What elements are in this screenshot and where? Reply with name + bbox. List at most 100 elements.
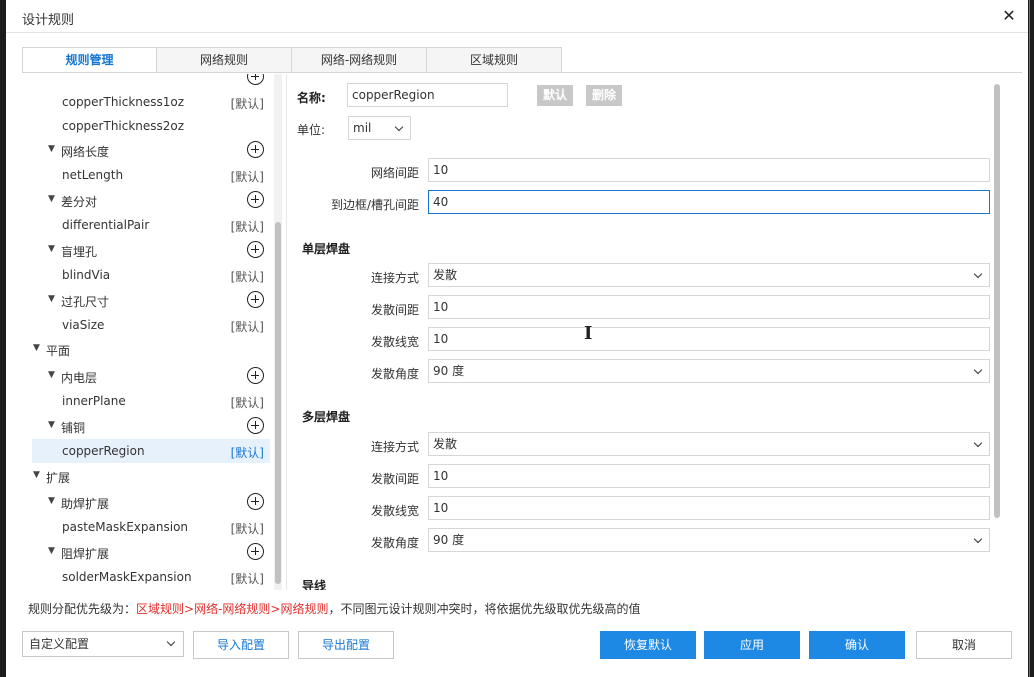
name-label: 名称: — [297, 91, 326, 105]
caret-down-icon[interactable]: ▼ — [48, 546, 55, 556]
tree-scrollbar-thumb[interactable] — [275, 222, 281, 584]
config-select[interactable]: 自定义配置 — [22, 631, 184, 657]
caret-down-icon[interactable]: ▼ — [48, 144, 55, 154]
caret-down-icon[interactable]: ▼ — [48, 194, 55, 204]
text-cursor-icon: I — [584, 323, 593, 344]
default-button[interactable]: 默认 — [537, 85, 574, 106]
track-heading: 导线 — [302, 579, 327, 590]
add-rule-icon[interactable] — [247, 493, 264, 510]
tree-category-expansion[interactable]: ▼ 扩展 — [22, 464, 270, 488]
cancel-button[interactable]: 取消 — [916, 631, 1012, 659]
add-rule-icon[interactable] — [247, 417, 264, 434]
tab-net-rules[interactable]: 网络规则 — [157, 47, 292, 73]
import-config-button[interactable]: 导入配置 — [193, 631, 289, 659]
tree-group-net-length[interactable]: ▼ 网络长度 — [22, 138, 270, 162]
add-rule-icon[interactable] — [247, 291, 264, 308]
tree-group-label: 过孔尺寸 — [61, 295, 110, 309]
tree-group-solder-mask[interactable]: ▼ 阻焊扩展 — [22, 540, 270, 564]
tree-item-label: viaSize — [62, 318, 105, 332]
unit-label: 单位: — [297, 123, 326, 137]
add-rule-icon[interactable] — [247, 74, 264, 85]
add-rule-icon[interactable] — [247, 141, 264, 158]
multi-connect-value: 发散 — [433, 437, 458, 451]
tree-item-blindvia[interactable]: blindVia [默认] — [22, 263, 270, 287]
single-spoke-width-label: 发散线宽 — [370, 335, 419, 349]
tree-group-differential-pair[interactable]: ▼ 差分对 — [22, 188, 270, 212]
multi-spoke-angle-value: 90 度 — [433, 533, 465, 547]
close-icon[interactable]: ✕ — [998, 5, 1020, 27]
form-scrollbar-thumb[interactable] — [994, 84, 1000, 518]
single-spoke-spacing-input[interactable]: 10 — [428, 295, 990, 319]
tree-group-blind-via[interactable]: ▼ 盲埋孔 — [22, 238, 270, 262]
default-tag: [默认] — [230, 220, 264, 234]
multi-layer-pad-heading: 多层焊盘 — [302, 410, 351, 424]
tree-group-label: 盲埋孔 — [61, 245, 98, 259]
apply-button[interactable]: 应用 — [704, 631, 800, 659]
caret-down-icon[interactable]: ▼ — [33, 470, 40, 480]
tree-item-netlength[interactable]: netLength [默认] — [22, 163, 270, 187]
name-input[interactable]: copperRegion — [347, 83, 508, 107]
tree-item-label: solderMaskExpansion — [62, 570, 192, 584]
net-spacing-input[interactable]: 10 — [428, 158, 990, 182]
caret-down-icon[interactable]: ▼ — [48, 294, 55, 304]
tree-group-copper-pour[interactable]: ▼ 铺铜 — [22, 414, 270, 438]
tree-item-differentialpair[interactable]: differentialPair [默认] — [22, 213, 270, 237]
tree-item-soldermaskexpansion[interactable]: solderMaskExpansion [默认] — [22, 565, 270, 589]
priority-order: 区域规则>网络-网络规则>网络规则 — [136, 602, 329, 616]
window-title: 设计规则 — [22, 13, 75, 28]
tree-group-inner-plane[interactable]: ▼ 内电层 — [22, 364, 270, 388]
delete-button[interactable]: 删除 — [586, 85, 623, 106]
tree-scrollbar[interactable] — [274, 74, 282, 590]
confirm-button[interactable]: 确认 — [809, 631, 905, 659]
rule-form: 名称: copperRegion 默认 删除 单位: mil 网络间距 10 到… — [289, 74, 1001, 590]
tree-item-label: copperRegion — [62, 444, 145, 458]
single-spoke-width-input[interactable]: 10 — [428, 327, 990, 351]
tree-group-label: 铺铜 — [61, 421, 86, 435]
caret-down-icon[interactable]: ▼ — [48, 420, 55, 430]
tree-category-label: 平面 — [46, 344, 71, 358]
tree-item-label: innerPlane — [62, 394, 126, 408]
default-tag: [默认] — [230, 572, 264, 586]
default-tag: [默认] — [230, 320, 264, 334]
caret-down-icon[interactable]: ▼ — [33, 343, 40, 353]
tree-item-innerplane[interactable]: innerPlane [默认] — [22, 389, 270, 413]
unit-select[interactable]: mil — [348, 116, 411, 140]
multi-spoke-angle-select[interactable]: 90 度 — [428, 528, 990, 552]
restore-default-button[interactable]: 恢复默认 — [600, 631, 696, 659]
tab-net-to-net-rules[interactable]: 网络-网络规则 — [292, 47, 427, 73]
caret-down-icon[interactable]: ▼ — [48, 370, 55, 380]
default-tag: [默认] — [230, 270, 264, 284]
multi-spoke-spacing-input[interactable]: 10 — [428, 464, 990, 488]
tree-category-plane[interactable]: ▼ 平面 — [22, 337, 270, 361]
caret-down-icon[interactable]: ▼ — [48, 496, 55, 506]
tree-item-pastemaskexpansion[interactable]: pasteMaskExpansion [默认] — [22, 515, 270, 539]
add-rule-icon[interactable] — [247, 367, 264, 384]
multi-spoke-width-input[interactable]: 10 — [428, 496, 990, 520]
add-rule-icon[interactable] — [247, 543, 264, 560]
tree-group-via-size[interactable]: ▼ 过孔尺寸 — [22, 288, 270, 312]
caret-down-icon[interactable]: ▼ — [48, 244, 55, 254]
export-config-button[interactable]: 导出配置 — [298, 631, 394, 659]
tree-item-copperthickness2oz[interactable]: copperThickness2oz — [22, 114, 270, 138]
chevron-down-icon — [973, 438, 983, 448]
form-scrollbar[interactable] — [992, 84, 1002, 588]
tree-group-partial — [22, 74, 270, 89]
tree-item-copperregion[interactable]: copperRegion [默认] — [32, 439, 270, 463]
add-rule-icon[interactable] — [247, 241, 264, 258]
tab-rule-management[interactable]: 规则管理 — [22, 47, 157, 73]
tree-item-viasize[interactable]: viaSize [默认] — [22, 313, 270, 337]
tree-group-paste-mask[interactable]: ▼ 助焊扩展 — [22, 490, 270, 514]
single-spoke-angle-select[interactable]: 90 度 — [428, 359, 990, 383]
tree-item-copperthickness1oz[interactable]: copperThickness1oz [默认] — [22, 90, 270, 114]
priority-note-suffix: ，不同图元设计规则冲突时，将依据优先级取优先级高的值 — [328, 602, 641, 616]
tree-group-label: 助焊扩展 — [61, 497, 110, 511]
single-connect-select[interactable]: 发散 — [428, 263, 990, 287]
board-spacing-label: 到边框/槽孔间距 — [330, 198, 419, 212]
multi-connect-select[interactable]: 发散 — [428, 432, 990, 456]
default-tag: [默认] — [230, 396, 264, 410]
board-spacing-input[interactable]: 40 — [428, 190, 990, 214]
add-rule-icon[interactable] — [247, 191, 264, 208]
tree-group-label: 内电层 — [61, 371, 98, 385]
tab-region-rules[interactable]: 区域规则 — [427, 47, 562, 73]
multi-spoke-spacing-label: 发散间距 — [370, 472, 419, 486]
